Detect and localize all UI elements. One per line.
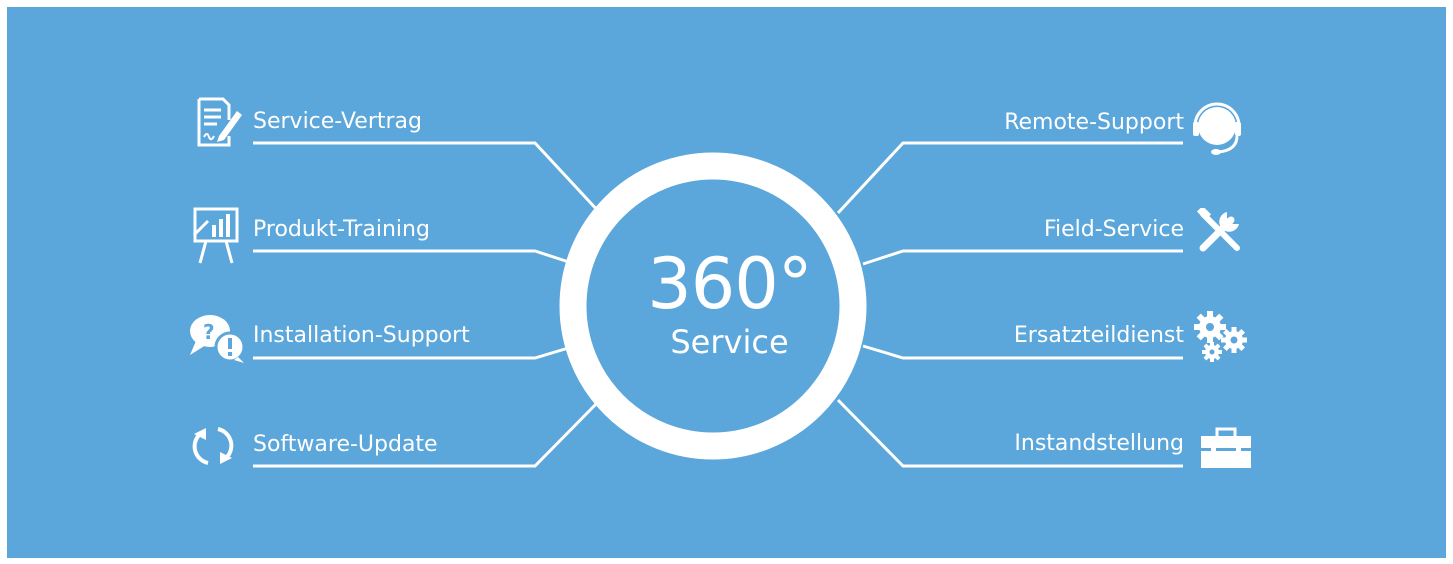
label-installation-support: Installation-Support (253, 323, 470, 348)
label-produkt-training: Produkt-Training (253, 217, 430, 242)
label-field-service: Field-Service (1043, 217, 1184, 242)
connector-remote-support (836, 141, 1183, 215)
svg-text:?: ? (203, 320, 215, 344)
gears-icon (1194, 311, 1247, 362)
contract-icon (197, 97, 242, 147)
refresh-icon (192, 427, 234, 465)
tools-icon (1197, 208, 1240, 252)
label-remote-support: Remote-Support (1004, 110, 1184, 135)
label-instandstellung: Instandstellung (1014, 431, 1184, 456)
connector-service-vertrag (253, 141, 602, 215)
label-ersatzteildienst: Ersatzteildienst (1013, 323, 1184, 348)
label-software-update: Software-Update (253, 432, 438, 457)
toolbox-icon (1201, 427, 1251, 468)
label-service-vertrag: Service-Vertrag (253, 109, 422, 134)
presentation-board-icon (192, 207, 239, 264)
question-bubble-icon: ? (190, 315, 246, 363)
headset-icon (1193, 102, 1241, 155)
